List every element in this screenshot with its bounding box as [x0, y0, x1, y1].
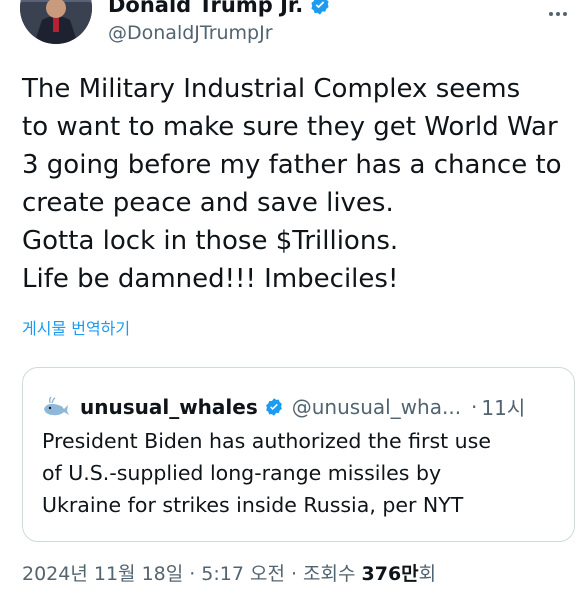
post-date[interactable]: 2024년 11월 18일 — [22, 563, 183, 585]
author-avatar[interactable] — [20, 0, 92, 44]
views-label: 조회수 — [303, 563, 356, 585]
views-suffix: 회 — [418, 563, 437, 585]
meta-separator: · — [290, 563, 297, 585]
more-options-button[interactable] — [543, 4, 573, 24]
tweet-line: 3 going before my father has a chance to — [22, 150, 562, 180]
author-name-row[interactable]: Donald Trump Jr. — [108, 0, 331, 17]
quoted-tweet-text: President Biden has authorized the first… — [42, 425, 562, 521]
tweet-metadata: 2024년 11월 18일 · 5:17 오전 · 조회수 376만회 — [22, 559, 436, 586]
post-time[interactable]: 5:17 오전 — [201, 563, 285, 585]
tweet-line: to want to make sure they get World War — [22, 112, 558, 142]
tweet-line: create peace and save lives. — [22, 188, 394, 218]
quoted-author-handle[interactable]: @unusual_wha... — [292, 395, 461, 419]
meta-separator: · — [189, 563, 196, 585]
tweet-line: Life be damned!!! Imbeciles! — [22, 264, 399, 294]
verified-badge-icon — [265, 397, 282, 416]
tweet-text: The Military Industrial Complex seems to… — [22, 70, 577, 298]
author-handle[interactable]: @DonaldJTrumpJr — [108, 22, 273, 44]
quoted-line: President Biden has authorized the first… — [42, 429, 491, 453]
quoted-tweet-card[interactable]: unusual_whales @unusual_wha... · 11시 Pre… — [22, 367, 575, 542]
quoted-tweet-header: unusual_whales @unusual_wha... · 11시 — [42, 392, 525, 421]
tweet-line: The Military Industrial Complex seems — [22, 74, 521, 104]
translate-post-link[interactable]: 게시물 번역하기 — [22, 315, 130, 339]
more-dots-icon-dot — [563, 12, 567, 16]
tweet-header: Donald Trump Jr. @DonaldJTrumpJr — [0, 0, 579, 60]
tweet-line: Gotta lock in those $Trillions. — [22, 226, 399, 256]
quoted-line: Ukraine for strikes inside Russia, per N… — [42, 493, 464, 517]
quoted-separator: · — [471, 394, 478, 419]
author-display-name[interactable]: Donald Trump Jr. — [108, 0, 303, 17]
quoted-timestamp[interactable]: 11시 — [481, 392, 525, 421]
more-dots-icon — [549, 12, 553, 16]
more-dots-icon-dot — [556, 12, 560, 16]
whale-icon — [44, 396, 69, 415]
quoted-line: of U.S.-supplied long-range missiles by — [42, 461, 442, 485]
quoted-author-name[interactable]: unusual_whales — [80, 395, 258, 419]
verified-badge-icon — [311, 0, 329, 15]
views-count[interactable]: 376만 — [362, 563, 419, 585]
